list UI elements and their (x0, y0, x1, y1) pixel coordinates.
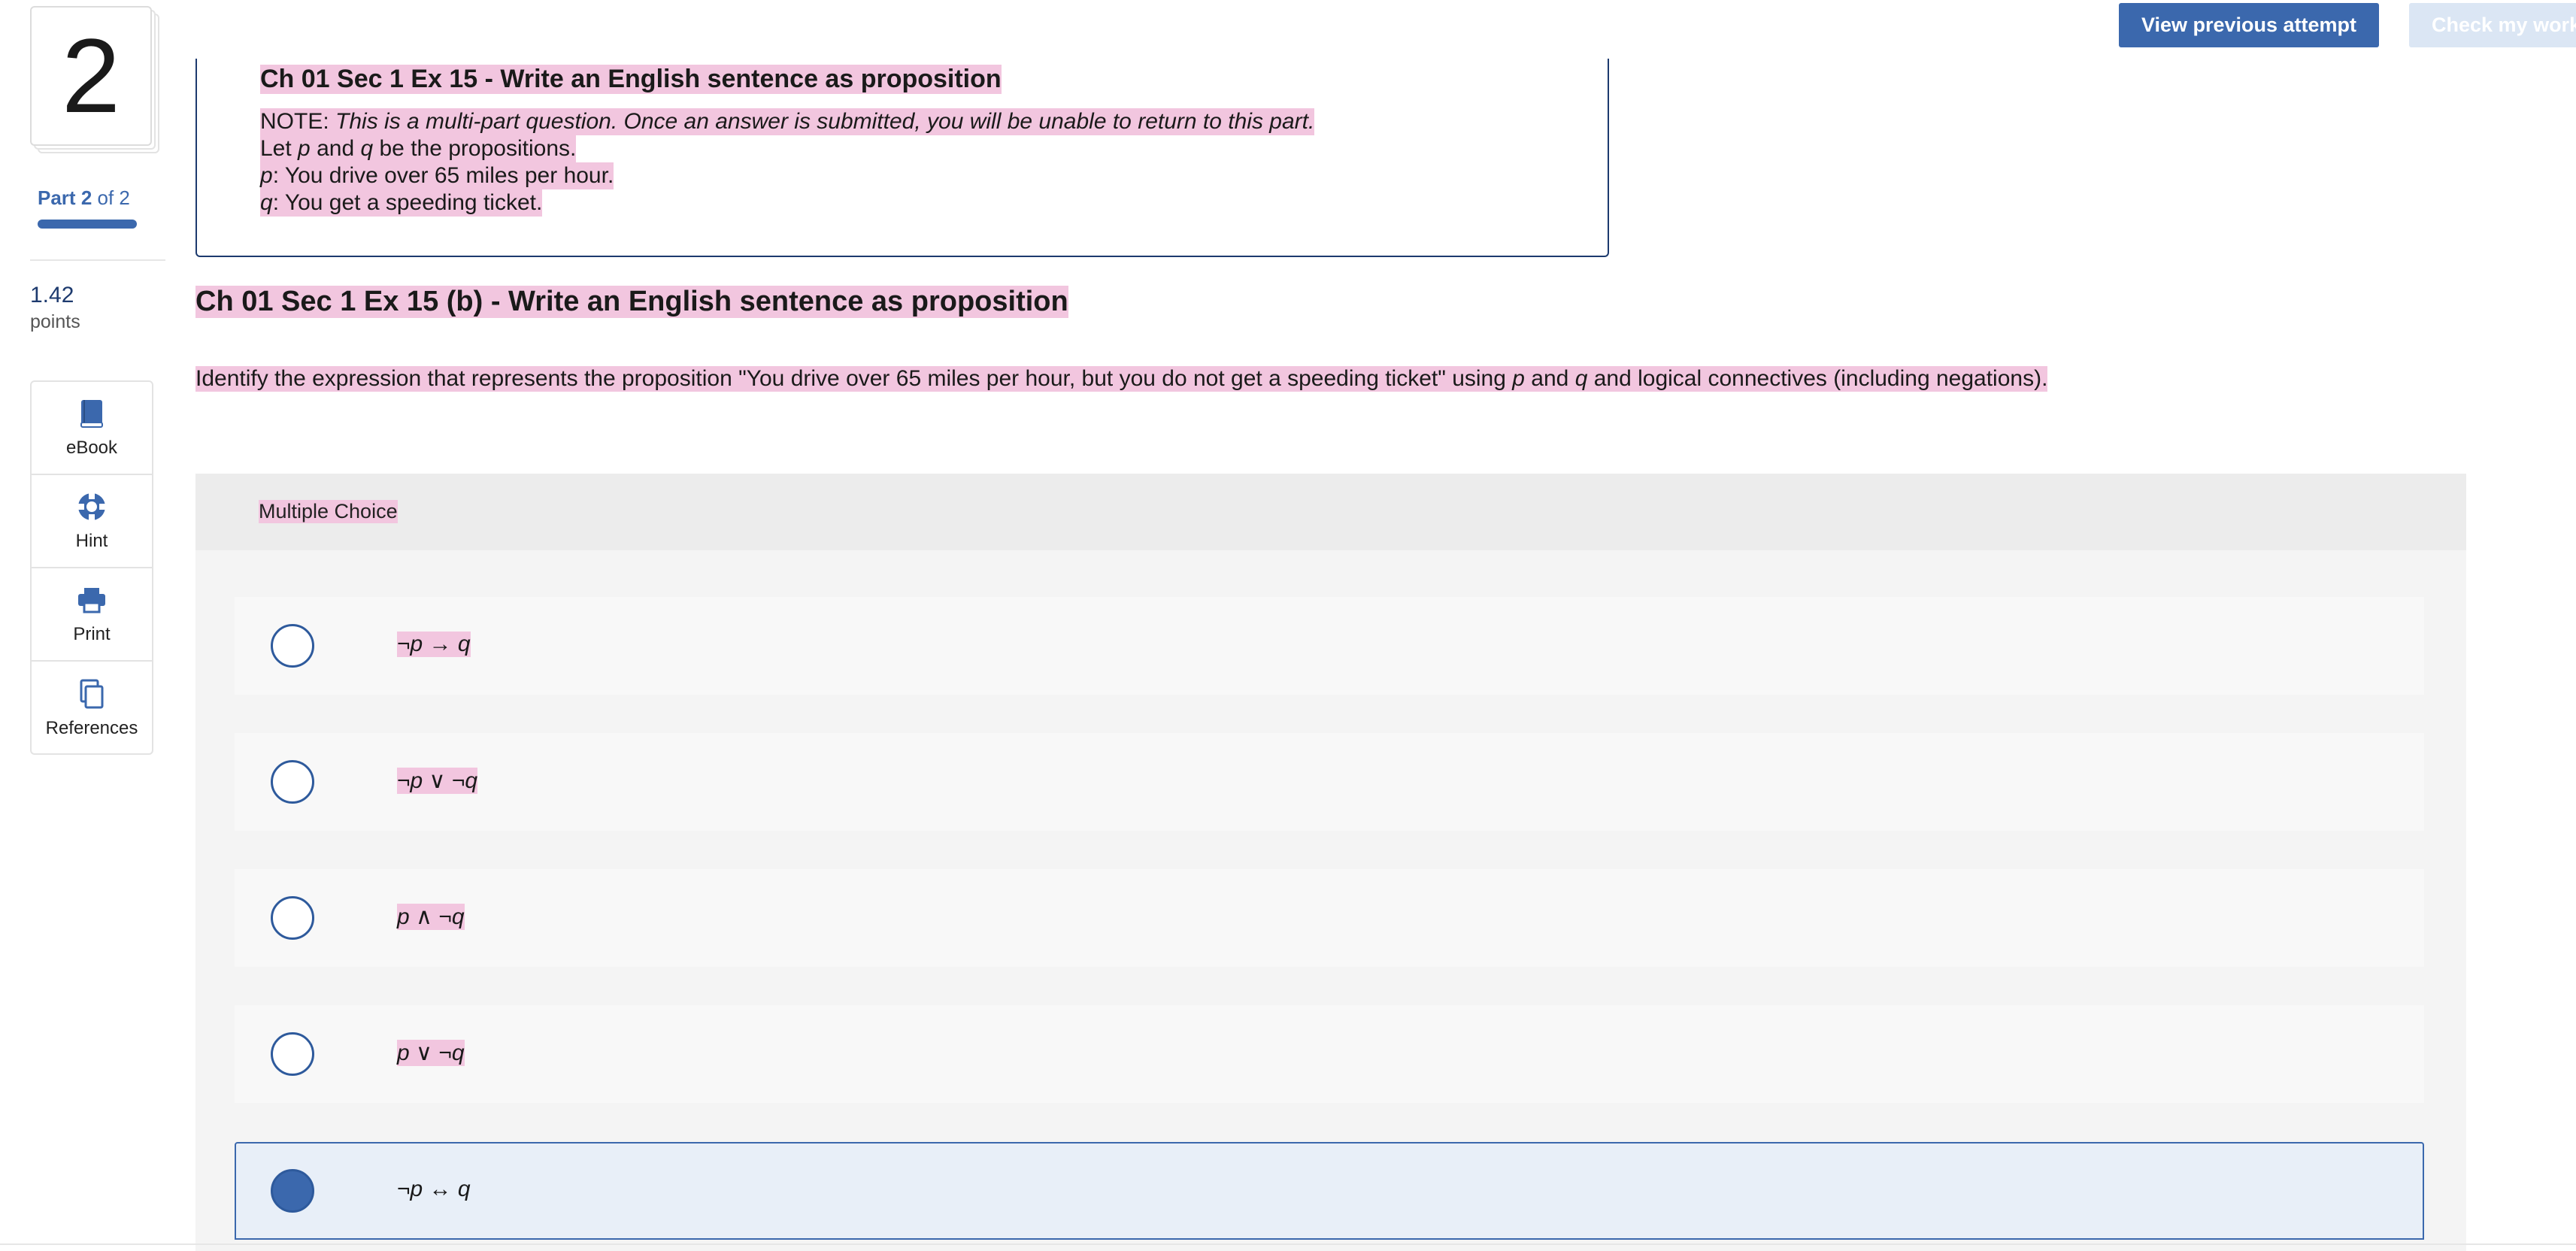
answer-option[interactable]: p ∨ ¬q (235, 1005, 2424, 1103)
p-definition-text: : You drive over 65 miles per hour. (272, 163, 614, 188)
references-button[interactable]: References (32, 662, 152, 755)
var-q: q (260, 190, 273, 215)
var-p: p (1512, 366, 1525, 391)
p-definition: p: You drive over 65 miles per hour. (260, 162, 614, 189)
question-text: Identify the expression that represents … (195, 366, 2048, 392)
tool-label-hint: Hint (75, 531, 108, 551)
tools-panel: eBook Hint Print References (30, 380, 153, 755)
view-previous-attempt-button[interactable]: View previous attempt (2119, 3, 2379, 47)
intro-title: Ch 01 Sec 1 Ex 15 - Write an English sen… (260, 65, 1002, 94)
note-line: NOTE: This is a multi-part question. Onc… (260, 108, 1315, 135)
points-label: points (30, 311, 80, 332)
answer-option-selected[interactable]: ¬p ↔ q (235, 1142, 2424, 1240)
var-q: q (360, 136, 374, 161)
var-q: q (1574, 366, 1588, 391)
documents-icon (80, 679, 104, 709)
lifebuoy-icon (78, 493, 105, 520)
question-number-card: 2 (30, 6, 159, 153)
multiple-choice-header: Multiple Choice (195, 474, 2466, 550)
question-number-text: 2 (62, 17, 120, 135)
radio-button[interactable] (271, 624, 314, 668)
points-value: 1.42 (30, 283, 74, 307)
answer-option[interactable]: ¬p ∨ ¬q (235, 733, 2424, 831)
option-text: ¬p → q (397, 632, 471, 657)
let-text: and (310, 136, 361, 161)
part-indicator: Part 2 of 2 (38, 186, 130, 210)
note-prefix: NOTE: (260, 109, 336, 134)
answer-option[interactable]: p ∧ ¬q (235, 869, 2424, 967)
printer-icon (78, 588, 105, 613)
question-part: and (1524, 366, 1575, 391)
radio-button[interactable] (271, 760, 314, 804)
divider (30, 259, 165, 261)
option-text: ¬p ↔ q (397, 1177, 471, 1201)
part-current: 2 (80, 186, 92, 209)
q-definition-text: : You get a speeding ticket. (272, 190, 543, 215)
multiple-choice-panel: Multiple Choice ¬p → q ¬p ∨ ¬q p ∧ ¬q p … (195, 474, 2466, 1251)
answer-option[interactable]: ¬p → q (235, 597, 2424, 695)
hint-button[interactable]: Hint (32, 475, 152, 568)
page-title: Ch 01 Sec 1 Ex 15 (b) - Write an English… (195, 286, 1068, 318)
multiple-choice-label: Multiple Choice (259, 500, 398, 523)
intro-text: NOTE: This is a multi-part question. Onc… (260, 108, 1315, 217)
option-text: p ∧ ¬q (397, 904, 465, 930)
let-text: be the propositions. (373, 136, 577, 161)
var-p: p (298, 136, 311, 161)
let-text: Let (260, 136, 299, 161)
option-text: ¬p ∨ ¬q (397, 768, 478, 794)
tool-label-references: References (45, 718, 138, 738)
let-line: Let p and q be the propositions. (260, 135, 577, 162)
ebook-button[interactable]: eBook (32, 382, 152, 475)
var-p: p (260, 163, 273, 188)
note-text: This is a multi-part question. Once an a… (335, 109, 1315, 134)
book-icon (80, 400, 103, 428)
question-number: 2 (30, 6, 152, 146)
q-definition: q: You get a speeding ticket. (260, 189, 543, 217)
part-of: of 2 (97, 186, 130, 209)
part-progress-bar (38, 220, 137, 229)
radio-button[interactable] (271, 896, 314, 940)
print-button[interactable]: Print (32, 568, 152, 662)
part-prefix: Part (38, 186, 76, 209)
question-part: and logical connectives (including negat… (1587, 366, 2048, 391)
radio-button[interactable] (271, 1032, 314, 1076)
radio-button-selected[interactable] (271, 1169, 314, 1213)
tool-label-print: Print (73, 624, 111, 644)
question-part: Identify the expression that represents … (195, 366, 1513, 391)
option-text: p ∨ ¬q (397, 1040, 465, 1066)
tool-label-ebook: eBook (65, 438, 118, 458)
divider (0, 1243, 2576, 1245)
check-my-work-button[interactable]: Check my work (2409, 3, 2576, 47)
